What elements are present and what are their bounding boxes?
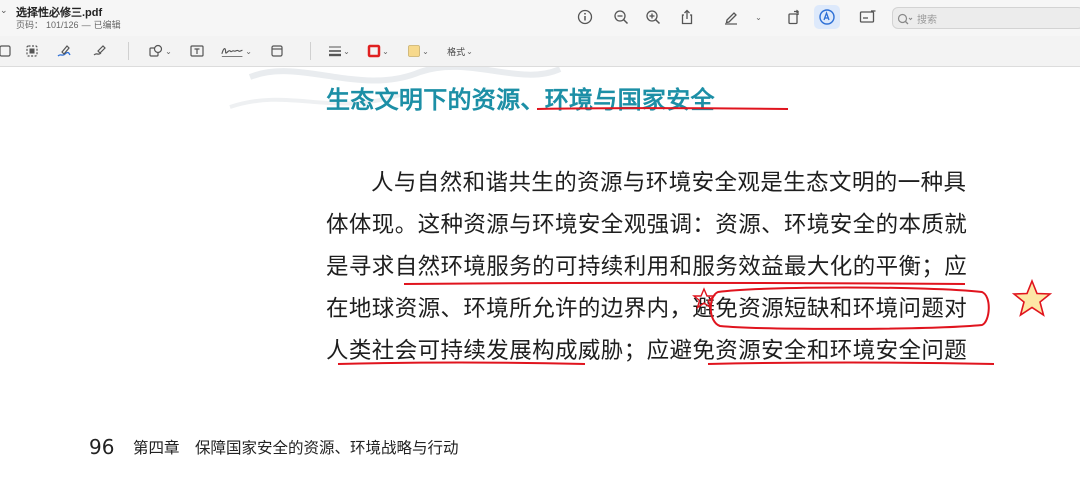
format-label: 格式	[447, 46, 466, 57]
fill-color-icon	[408, 45, 421, 57]
note-button[interactable]	[266, 41, 288, 61]
markup-icon	[819, 9, 835, 25]
textbox-icon	[190, 45, 204, 57]
highlight-button[interactable]	[718, 5, 744, 29]
search-icon	[897, 11, 913, 30]
rotate-icon	[788, 9, 799, 25]
text-select-button[interactable]	[22, 41, 42, 61]
info-button[interactable]	[572, 5, 598, 29]
sidebar-toggle-icon	[0, 45, 11, 57]
paragraph-line: 体体现。这种资源与环境安全观强调：资源、环境安全的本质就	[326, 212, 968, 238]
paragraph-line: 是寻求自然环境服务的可持续利用和服务效益最大化的平衡；应	[326, 254, 968, 280]
running-footer: 第四章 保障国家安全的资源、环境战略与行动	[133, 439, 459, 457]
chevron-down-icon: ⌄	[422, 46, 429, 56]
form-fill-button[interactable]	[855, 5, 881, 29]
page-info-label: 页码：	[16, 20, 44, 30]
chevron-down-icon: ⌄	[165, 46, 172, 56]
draw-icon	[93, 45, 106, 56]
line-style-icon	[329, 46, 342, 57]
zoom-out-icon	[614, 10, 629, 25]
textbox-button[interactable]	[186, 41, 208, 61]
chevron-down-icon: ⌄	[755, 12, 762, 22]
rotate-button[interactable]	[781, 5, 807, 29]
pdf-page: 生态文明下的资源、环境与国家安全 人与自然和谐共生的资源与环境安全观是生态文明的…	[0, 67, 1080, 489]
paragraph-line: 在地球资源、环境所允许的边界内，避免资源短缺和环境问题对	[326, 296, 968, 322]
note-icon	[271, 45, 283, 57]
highlight-pen-icon	[725, 12, 737, 25]
chevron-down-icon: ⌄	[245, 46, 252, 56]
format-button[interactable]: 格式 ⌄	[446, 41, 474, 61]
paragraph-line: 人类社会可持续发展构成威胁；应避免资源安全和环境安全问题	[326, 338, 968, 364]
border-color-button[interactable]: ⌄	[364, 41, 392, 61]
shapes-button[interactable]: ⌄	[146, 41, 174, 61]
sidebar-toggle-button[interactable]	[0, 41, 12, 61]
signature-icon	[221, 48, 243, 57]
share-button[interactable]	[674, 5, 700, 29]
zoom-out-button[interactable]	[608, 5, 634, 29]
chevron-down-icon: ⌄	[382, 46, 389, 56]
sketch-button[interactable]	[53, 41, 75, 61]
border-color-icon	[367, 44, 381, 58]
text-select-icon	[26, 45, 38, 57]
sketch-icon	[57, 45, 71, 57]
share-icon	[681, 9, 693, 25]
fill-color-button[interactable]: ⌄	[404, 41, 432, 61]
shapes-icon	[149, 44, 163, 57]
draw-button[interactable]	[88, 41, 110, 61]
zoom-in-icon	[646, 10, 661, 25]
signature-button[interactable]: ⌄	[220, 41, 252, 61]
page-number: 96	[89, 435, 115, 459]
edit-status: 已编辑	[93, 20, 121, 30]
info-icon	[577, 9, 593, 25]
markup-button[interactable]	[814, 5, 840, 29]
form-fill-icon	[859, 10, 876, 23]
highlight-menu-button[interactable]: ⌄	[748, 5, 768, 29]
search-field[interactable]: 搜索	[892, 7, 1080, 29]
search-placeholder: 搜索	[917, 15, 937, 26]
status-separator: —	[81, 20, 91, 30]
paragraph-line: 人与自然和谐共生的资源与环境安全观是生态文明的一种具	[371, 170, 967, 196]
zoom-in-button[interactable]	[640, 5, 666, 29]
chevron-down-icon: ⌄	[343, 46, 350, 56]
chevron-down-icon: ⌄	[466, 46, 473, 56]
page-info: 101/126	[46, 20, 79, 30]
window-toolbar: ⌄ 选择性必修三.pdf 页码： 101/126— 已编辑 ⌄ 搜索	[0, 0, 1080, 36]
section-heading: 生态文明下的资源、环境与国家安全	[326, 86, 715, 114]
document-status: 页码： 101/126— 已编辑	[16, 18, 124, 31]
line-style-button[interactable]: ⌄	[326, 41, 352, 61]
chevron-down-icon[interactable]: ⌄	[0, 6, 8, 16]
toolbar-divider	[310, 42, 311, 60]
toolbar-divider	[128, 42, 129, 60]
